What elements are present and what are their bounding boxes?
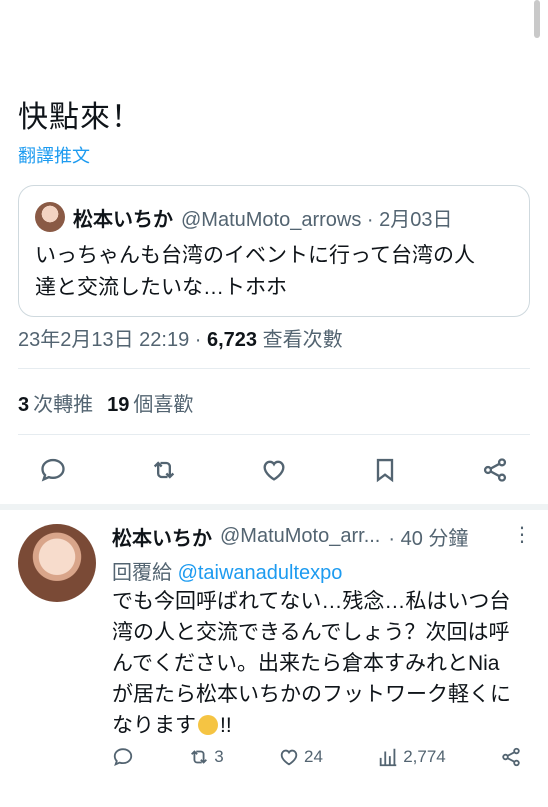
share-button[interactable]	[478, 453, 512, 487]
translate-link[interactable]: 翻譯推文	[18, 142, 90, 168]
quoted-tweet[interactable]: 松本いちか @MatuMoto_arrows · 2月03日 いっちゃんも台湾の…	[18, 185, 530, 317]
reply-body-text: なります	[112, 714, 196, 737]
timestamp[interactable]: 23年2月13日 22:19 ·	[18, 329, 207, 351]
reply-share-button[interactable]	[500, 746, 522, 768]
views-label: 查看次數	[257, 329, 343, 351]
like-icon	[280, 749, 298, 766]
reply-like-button[interactable]: 24	[278, 746, 323, 768]
reply-body-line: が居たら松本いちかのフットワーク軽くに	[112, 683, 511, 706]
avatar[interactable]	[35, 202, 65, 232]
likes-count[interactable]: 19	[107, 394, 129, 416]
reply-button[interactable]	[36, 453, 70, 487]
retweet-count: 3	[214, 747, 224, 766]
reply-tweet[interactable]: 松本いちか @MatuMoto_arr... · 40 分鐘 ⋮ 回覆給 @ta…	[0, 510, 548, 807]
like-button[interactable]	[257, 453, 291, 487]
replying-to: 回覆給 @taiwanadultexpo	[112, 556, 342, 585]
reply-header: 松本いちか @MatuMoto_arr... · 40 分鐘	[112, 522, 532, 551]
reply-body: でも今回呼ばれてない…残念…私はいつ台 湾の人と交流できるんでしょう？次回は呼 …	[112, 586, 522, 741]
views-count: 6,723	[207, 329, 258, 351]
quoted-body-line: いっちゃんも台湾のイベントに行って台湾の人	[35, 244, 475, 267]
quoted-body-line: 達と交流したいな…トホホ	[35, 276, 287, 299]
reply-views-button[interactable]: 2,774	[377, 746, 446, 768]
quoted-author-handle: @MatuMoto_arrows · 2月03日	[181, 208, 453, 231]
bookmark-icon	[376, 458, 393, 483]
quoted-author-name[interactable]: 松本いちか	[73, 203, 173, 232]
share-icon	[483, 458, 507, 482]
bookmark-button[interactable]	[368, 453, 402, 487]
avatar[interactable]	[18, 524, 96, 602]
reply-author-handle[interactable]: @MatuMoto_arr...	[220, 525, 380, 548]
tweet-meta: 23年2月13日 22:19 · 6,723 查看次數	[18, 323, 343, 352]
divider	[18, 368, 530, 369]
quoted-tweet-header: 松本いちか @MatuMoto_arrows · 2月03日	[35, 200, 513, 234]
reply-icon	[113, 748, 133, 766]
likes-label[interactable]: 個喜歡	[133, 394, 193, 416]
reply-body-line: 湾の人と交流できるんでしょう？次回は呼	[112, 621, 510, 644]
divider	[18, 434, 530, 435]
retweet-icon	[191, 750, 208, 764]
retweet-button[interactable]	[147, 453, 181, 487]
tweet-text: 快點來！	[18, 101, 142, 134]
more-options-icon[interactable]: ⋮	[512, 522, 532, 547]
reply-actions: 3 24 2,774	[112, 746, 522, 768]
reply-author-name[interactable]: 松本いちか	[112, 522, 212, 551]
tweet-actions	[18, 450, 530, 490]
like-count: 24	[304, 747, 323, 766]
reply-body-line: でも今回呼ばれてない…残念…私はいつ台	[112, 590, 511, 613]
quoted-tweet-body: いっちゃんも台湾のイベントに行って台湾の人 達と交流したいな…トホホ	[35, 240, 513, 304]
reply-icon	[41, 458, 65, 482]
replying-to-label: 回覆給	[112, 562, 178, 584]
share-icon	[502, 747, 520, 767]
pleading-face-emoji-icon	[198, 715, 218, 735]
like-icon	[263, 460, 285, 481]
scrollbar[interactable]	[534, 0, 540, 38]
reply-reply-button[interactable]	[112, 746, 134, 768]
views-icon	[379, 748, 397, 767]
replying-to-user[interactable]: @taiwanadultexpo	[178, 562, 343, 584]
reply-retweet-button[interactable]: 3	[188, 746, 224, 768]
reply-body-line-last: なります!!	[112, 710, 522, 741]
reply-body-line: んでください。出来たら倉本すみれとNia	[112, 652, 500, 675]
reply-body-text: !!	[220, 714, 232, 737]
engagement-stats: 3 次轉推 19 個喜歡	[18, 388, 193, 417]
retweets-label[interactable]: 次轉推	[33, 394, 93, 416]
views-count: 2,774	[403, 747, 446, 766]
retweets-count[interactable]: 3	[18, 394, 29, 416]
retweet-icon	[153, 461, 174, 479]
reply-time[interactable]: · 40 分鐘	[388, 522, 468, 551]
